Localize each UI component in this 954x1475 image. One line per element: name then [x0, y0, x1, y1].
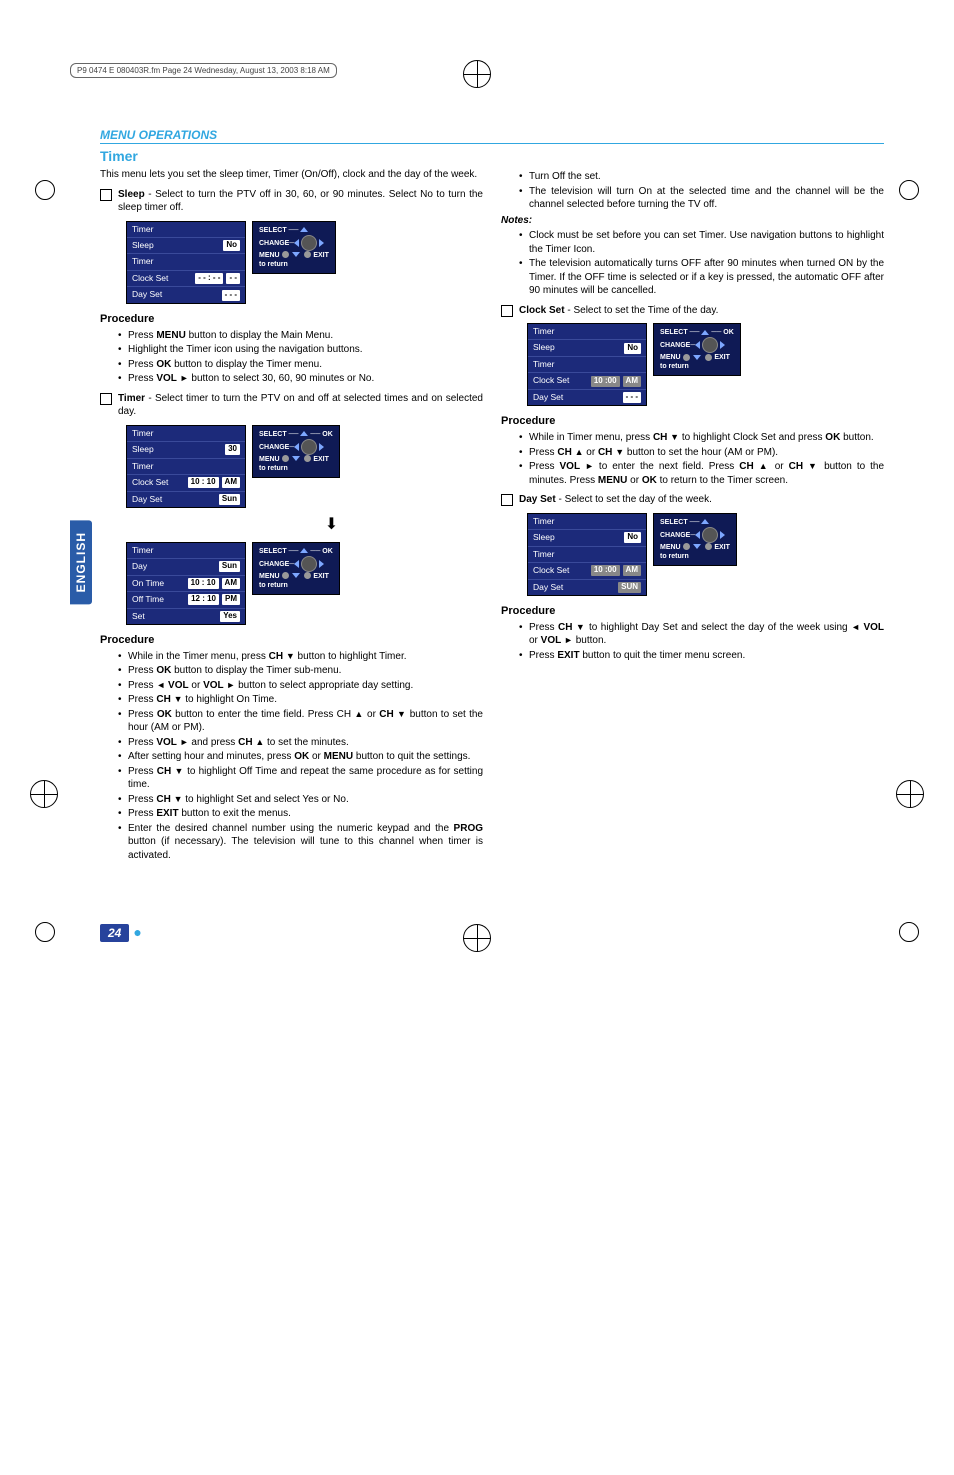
list-item: Clock must be set before you can set Tim…	[519, 229, 884, 256]
notes-label: Notes:	[501, 214, 884, 228]
timer-select-description: Timer - Select timer to turn the PTV on …	[118, 392, 483, 419]
list-item: Press VOL ► to enter the next field. Pre…	[519, 460, 884, 487]
corner-circle-bl	[35, 922, 55, 942]
list-item: Enter the desired channel number using t…	[118, 822, 483, 863]
list-item: Press OK button to display the Timer men…	[118, 358, 483, 372]
osd-dayset-menu: Timer SleepNo Timer Clock Set10 :00AM Da…	[527, 513, 884, 596]
arrow-down-icon: ⬇	[180, 514, 483, 536]
list-item: Press EXIT button to quit the timer menu…	[519, 649, 884, 663]
procedure-label-3: Procedure	[501, 414, 884, 429]
list-item: After setting hour and minutes, press OK…	[118, 750, 483, 764]
osd-timer-menu-1: Timer Sleep30 Timer Clock Set10 : 10AM D…	[126, 425, 483, 508]
timer-intro: This menu lets you set the sleep timer, …	[100, 168, 483, 182]
osd-clockset-menu: Timer SleepNo Timer Clock Set10 :00AM Da…	[527, 323, 884, 406]
list-item: While in the Timer menu, press CH ▼ butt…	[118, 650, 483, 664]
list-item: Press MENU button to display the Main Me…	[118, 329, 483, 343]
crop-mark-right	[896, 780, 924, 808]
list-item: Press CH ▼ to highlight Day Set and sele…	[519, 621, 884, 648]
heading-timer: Timer	[100, 148, 884, 164]
page-dot-icon: ●	[133, 924, 141, 940]
list-item: Press ◄ VOL or VOL ► button to select ap…	[118, 679, 483, 693]
list-item: Press OK button to enter the time field.…	[118, 708, 483, 735]
procedure-label-1: Procedure	[100, 312, 483, 327]
list-item: Press CH ▲ or CH ▼ button to set the hou…	[519, 446, 884, 460]
list-item: Press CH ▼ to highlight On Time.	[118, 693, 483, 707]
list-item: Press VOL ► and press CH ▲ to set the mi…	[118, 736, 483, 750]
list-item: Press VOL ► button to select 30, 60, 90 …	[118, 372, 483, 386]
list-item: Press EXIT button to exit the menus.	[118, 807, 483, 821]
clockset-description: Clock Set - Select to set the Time of th…	[519, 304, 718, 318]
list-item: Turn Off the set.	[519, 170, 884, 184]
list-item: Press CH ▼ to highlight Set and select Y…	[118, 793, 483, 807]
list-item: Press OK button to display the Timer sub…	[118, 664, 483, 678]
corner-circle-tr	[899, 180, 919, 200]
crop-mark-top	[463, 60, 491, 88]
procedure-label-2: Procedure	[100, 633, 483, 648]
language-tab-english: ENGLISH	[70, 520, 92, 604]
osd-timer-menu-2: Timer DaySun On Time10 : 10AM Off Time12…	[126, 542, 483, 625]
checkbox-icon	[100, 393, 112, 405]
doc-header: P9 0474 E 080403R.fm Page 24 Wednesday, …	[70, 63, 337, 78]
list-item: The television will turn On at the selec…	[519, 185, 884, 212]
list-item: The television automatically turns OFF a…	[519, 257, 884, 298]
list-item: Highlight the Timer icon using the navig…	[118, 343, 483, 357]
page-number: 24	[100, 924, 129, 942]
checkbox-icon	[501, 305, 513, 317]
sleep-description: Sleep - Select to turn the PTV off in 30…	[118, 188, 483, 215]
osd-sleep-menu: Timer SleepNo Timer Clock Set- - : - -- …	[126, 221, 483, 304]
procedure-label-4: Procedure	[501, 604, 884, 619]
crop-mark-left	[30, 780, 58, 808]
checkbox-icon	[100, 189, 112, 201]
checkbox-icon	[501, 494, 513, 506]
crop-mark-bottom	[463, 924, 491, 952]
dayset-description: Day Set - Select to set the day of the w…	[519, 493, 712, 507]
corner-circle-br	[899, 922, 919, 942]
corner-circle-tl	[35, 180, 55, 200]
list-item: While in Timer menu, press CH ▼ to highl…	[519, 431, 884, 445]
section-title: MENU OPERATIONS	[100, 128, 884, 144]
list-item: Press CH ▼ to highlight Off Time and rep…	[118, 765, 483, 792]
